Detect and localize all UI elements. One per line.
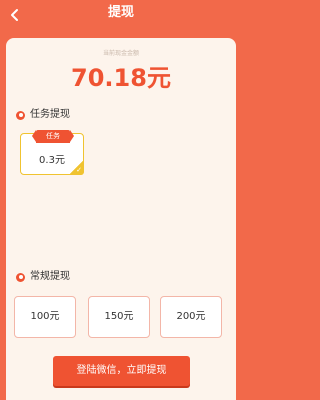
regular-section-title: 常规提现 — [16, 270, 70, 284]
check-icon: ✓ — [76, 166, 82, 174]
task-section-label: 任务提现 — [30, 109, 70, 120]
page-title: 提现 — [107, 5, 134, 20]
withdraw-card: 当前现金金额 70.18元 任务提现 任务 0.3元 ✓ 常规提现 100元 1… — [6, 38, 236, 400]
task-option-card[interactable]: 任务 0.3元 ✓ — [20, 130, 84, 175]
bullet-dot-icon — [16, 110, 25, 120]
amount-option-100[interactable]: 100元 — [14, 296, 76, 338]
task-tag: 任务 — [32, 130, 74, 143]
task-section-title: 任务提现 — [16, 108, 70, 122]
header-bar: 提现 — [0, 0, 242, 30]
balance-value: 70.18元 — [71, 64, 171, 92]
selected-corner: ✓ — [68, 161, 84, 175]
regular-section-label: 常规提现 — [30, 271, 70, 282]
amount-option-150[interactable]: 150元 — [88, 296, 150, 338]
balance-label: 当前现金金额 — [102, 50, 139, 57]
amount-option-200[interactable]: 200元 — [160, 296, 222, 338]
withdraw-button[interactable]: 登陆微信，立即提现 — [53, 356, 190, 386]
bullet-dot-icon — [16, 272, 25, 282]
